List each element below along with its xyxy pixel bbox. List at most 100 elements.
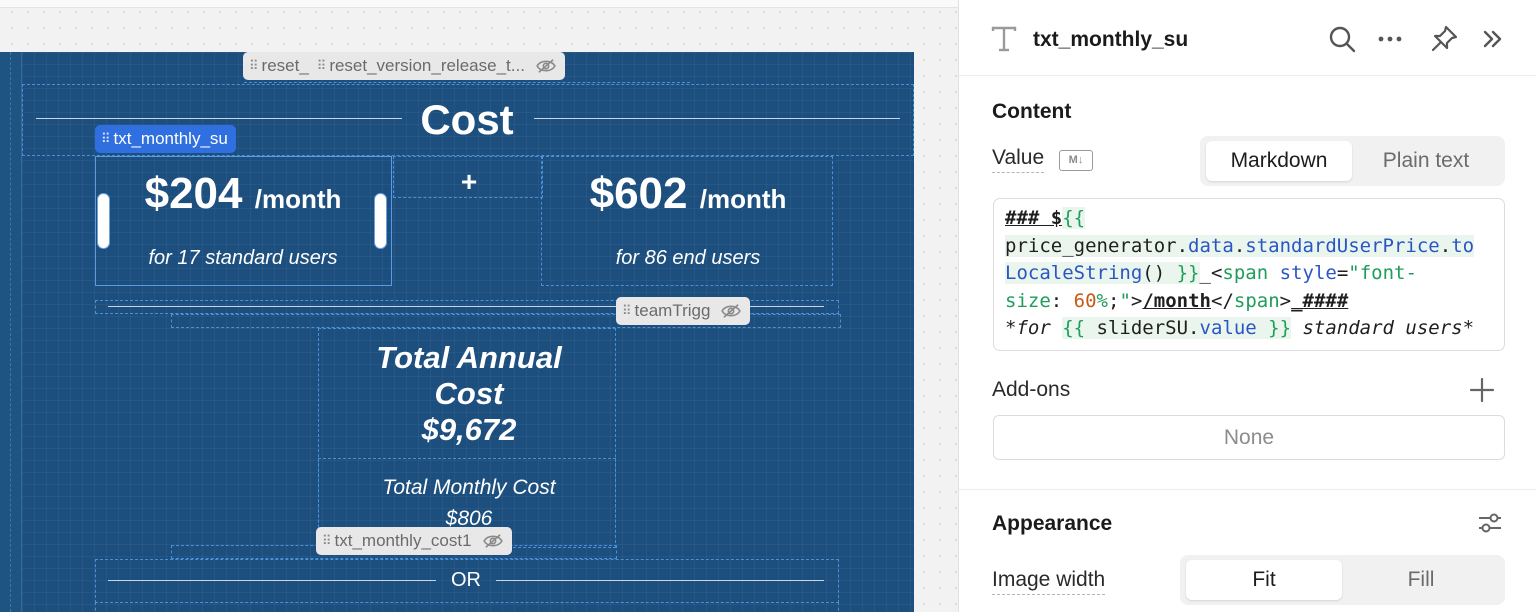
end-price-value: $602	[589, 169, 688, 218]
code-token: {{	[1062, 207, 1086, 229]
monthly-cost1-label[interactable]: ⠿ txt_monthly_cost1	[316, 527, 512, 555]
code-token: data	[1188, 234, 1234, 257]
left-dashed-guide	[10, 52, 11, 612]
or-text: OR	[451, 569, 481, 591]
more-options-icon[interactable]	[1375, 24, 1405, 54]
code-token: sliderSU	[1085, 317, 1189, 339]
addons-label: Add-ons	[992, 378, 1071, 401]
search-icon[interactable]	[1327, 24, 1357, 54]
or-line-left	[108, 580, 436, 581]
canvas[interactable]: Cost $204 /month for 17 standard users +…	[0, 0, 958, 612]
panel-header: txt_monthly_su	[959, 0, 1536, 76]
value-label: Value	[992, 146, 1045, 173]
title-divider-right	[534, 118, 900, 119]
settings-sliders-icon[interactable]	[1476, 510, 1504, 536]
standard-price-unit: /month	[254, 184, 342, 214]
reset-name-a: reset_	[261, 56, 309, 75]
code-token: %	[1096, 289, 1108, 312]
or-separator: OR	[108, 568, 824, 592]
code-token: ;	[1108, 289, 1120, 312]
fit-mode-button[interactable]: Fit	[1186, 560, 1342, 600]
bottom-row-outline	[95, 602, 839, 612]
end-price-line: $602 /month	[553, 169, 823, 224]
drag-handle-icon[interactable]: ⠿	[622, 297, 631, 325]
standard-price-value: $204	[144, 169, 243, 218]
resize-handle-right[interactable]	[375, 194, 386, 248]
markdown-mode-button[interactable]: Markdown	[1206, 141, 1352, 181]
code-token: .	[1233, 234, 1246, 257]
component-name[interactable]: txt_monthly_su	[1033, 28, 1188, 52]
standard-users-caption: for 17 standard users	[148, 247, 338, 269]
code-token: span	[1222, 262, 1269, 284]
collapse-panel-icon[interactable]	[1477, 24, 1507, 54]
selected-component-label[interactable]: ⠿ txt_monthly_su	[95, 125, 236, 153]
annual-line-1: Total Annual	[376, 340, 562, 375]
end-price-unit: /month	[699, 184, 787, 214]
code-token: .	[1176, 234, 1189, 257]
code-token: span	[1233, 289, 1280, 312]
code-token: </	[1211, 289, 1234, 312]
value-code-editor[interactable]: ### ${{ price_generator.data.standardUse…	[993, 198, 1505, 351]
content-heading: Content	[992, 100, 1072, 123]
code-token: price_generator	[1005, 234, 1177, 257]
code-token: <	[1210, 262, 1223, 284]
code-token: _	[1199, 262, 1211, 284]
fill-mode-button[interactable]: Fill	[1342, 560, 1500, 600]
code-token: size	[1005, 289, 1051, 312]
left-container-edge	[0, 52, 22, 612]
code-token: ()	[1142, 262, 1177, 284]
standard-user-price[interactable]: $204 /month for 17 standard users	[112, 169, 374, 270]
selected-component-name: txt_monthly_su	[113, 129, 228, 148]
resize-handle-left[interactable]	[98, 194, 109, 248]
code-token: "	[1119, 289, 1131, 312]
code-token: style	[1279, 262, 1337, 284]
standard-price-line: $204 /month	[112, 169, 374, 224]
code-line-3a: LocaleString() }}	[1005, 262, 1200, 284]
total-annual-cost[interactable]: Total Annual Cost $9,672	[338, 340, 600, 448]
image-width-label: Image width	[992, 568, 1106, 595]
section-divider	[959, 489, 1536, 490]
code-token: _####	[1291, 289, 1349, 312]
drag-handle-icon[interactable]: ⠿	[101, 125, 110, 153]
inspector-panel: txt_monthly_su Content Value M↓ Markdown…	[958, 0, 1536, 612]
team-trigg-label[interactable]: ⠿ teamTrigg	[616, 297, 751, 325]
pin-icon[interactable]	[1429, 24, 1459, 54]
code-token: LocaleString	[1005, 262, 1143, 284]
value-mode-toggle: Markdown Plain text	[1200, 136, 1505, 186]
code-token: to	[1451, 234, 1475, 257]
code-line-2: price_generator.data.standardUserPrice.t…	[1005, 234, 1475, 257]
end-user-price[interactable]: $602 /month for 86 end users	[553, 169, 823, 270]
cost-container[interactable]: Cost $204 /month for 17 standard users +…	[22, 52, 914, 612]
addons-list[interactable]: None	[993, 415, 1505, 460]
appearance-heading: Appearance	[992, 512, 1113, 535]
plain-text-mode-button[interactable]: Plain text	[1352, 141, 1500, 181]
hidden-eye-icon[interactable]	[482, 533, 504, 549]
code-token: >	[1279, 289, 1292, 312]
cost-title[interactable]: Cost	[402, 96, 532, 144]
title-divider-left	[36, 118, 402, 119]
or-line-right	[496, 580, 824, 581]
end-users-caption: for 86 end users	[615, 247, 761, 269]
code-token: }}	[1176, 262, 1200, 284]
plus-sign: +	[460, 166, 478, 197]
code-expression: {{ sliderSU.value }}	[1062, 317, 1292, 339]
drag-handle-icon[interactable]: ⠿	[322, 527, 331, 555]
hidden-eye-icon[interactable]	[720, 303, 742, 319]
total-monthly-cost[interactable]: Total Monthly Cost $806	[338, 472, 600, 534]
hidden-eye-icon[interactable]	[535, 58, 557, 74]
code-token: {{	[1062, 317, 1086, 339]
code-token: >	[1130, 289, 1143, 312]
annual-line-2: Cost	[434, 376, 504, 411]
image-width-toggle: Fit Fill	[1180, 555, 1505, 605]
code-token: standard users*	[1291, 317, 1475, 339]
code-token: 60	[1073, 289, 1097, 312]
drag-handle-icon[interactable]: ⠿	[249, 52, 258, 80]
reset-label[interactable]: ⠿ reset_ ⠿ reset_version_release_t...	[243, 52, 565, 80]
code-token: =	[1336, 262, 1349, 284]
drag-handle-icon[interactable]: ⠿	[317, 52, 326, 80]
code-token: /month	[1142, 289, 1211, 312]
add-addon-icon[interactable]	[1469, 377, 1495, 403]
code-token: .	[1439, 234, 1452, 257]
reset-name-b: reset_version_release_t...	[329, 56, 525, 75]
monthly-label: Total Monthly Cost	[382, 476, 556, 499]
